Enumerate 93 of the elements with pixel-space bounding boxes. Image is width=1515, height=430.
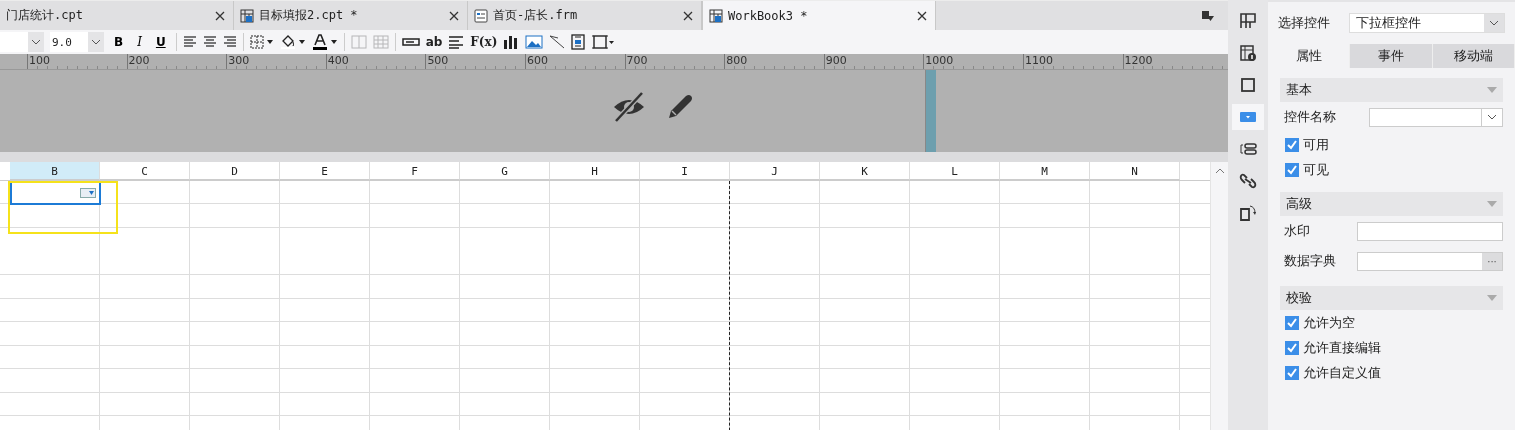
checkbox[interactable]	[1285, 340, 1299, 355]
close-icon[interactable]	[449, 10, 459, 21]
ruler-label: 700	[624, 54, 725, 69]
ruler-label: 800	[724, 54, 824, 69]
border-icon[interactable]	[249, 35, 274, 49]
data-dictionary-field[interactable]: ···	[1357, 251, 1503, 271]
align-icon[interactable]	[222, 36, 237, 48]
ruler-label: 1200	[1122, 54, 1223, 69]
checkbox-label: 可见	[1303, 160, 1329, 179]
watermark-field[interactable]	[1357, 221, 1503, 241]
text-tool-label[interactable]: ab	[425, 35, 443, 49]
text-field-icon[interactable]	[401, 37, 420, 47]
column-header[interactable]: M	[1000, 162, 1090, 180]
report-file-icon	[240, 8, 254, 23]
checkbox[interactable]	[1285, 137, 1299, 152]
section-title: 基本	[1286, 81, 1312, 99]
collapse-arrow-icon	[1487, 201, 1497, 207]
document-icon[interactable]	[571, 34, 586, 50]
checkbox[interactable]	[1285, 162, 1299, 177]
close-icon[interactable]	[917, 10, 927, 21]
text-style-button[interactable]: B	[110, 35, 128, 49]
dropdown-marker-icon	[80, 188, 96, 198]
column-header[interactable]: C	[100, 162, 190, 180]
column-header[interactable]: E	[280, 162, 370, 180]
ruler-label: 100	[27, 54, 127, 69]
ruler-label: 500	[425, 54, 525, 69]
close-icon[interactable]	[683, 10, 693, 21]
tab-label: 首页-店长.frm	[493, 7, 579, 24]
column-header[interactable]: G	[460, 162, 550, 180]
ruler-label: 1100	[1022, 54, 1123, 69]
panel-tab[interactable]: 事件	[1350, 44, 1433, 68]
collapse-arrow-icon	[1487, 87, 1497, 93]
checkbox-label: 可用	[1303, 135, 1329, 154]
ruler-label: 600	[524, 54, 625, 69]
checkbox[interactable]	[1285, 365, 1299, 380]
widget-icon[interactable]	[1232, 104, 1264, 130]
ruler-label: 1000	[923, 54, 1023, 69]
frame-icon[interactable]	[591, 34, 616, 50]
checkbox[interactable]	[1285, 315, 1299, 330]
scroll-up-icon[interactable]	[1214, 168, 1225, 174]
font-color-icon[interactable]	[311, 34, 338, 50]
checkbox-label: 允许为空	[1303, 313, 1355, 332]
font-name-field[interactable]	[0, 32, 44, 52]
bar-chart-icon[interactable]	[503, 35, 520, 49]
column-header[interactable]: I	[640, 162, 730, 180]
checkbox-label: 允许自定义值	[1303, 363, 1381, 382]
column-header[interactable]: L	[910, 162, 1000, 180]
field-label: 数据字典	[1284, 252, 1336, 270]
column-header[interactable]: H	[550, 162, 640, 180]
column-header[interactable]: K	[820, 162, 910, 180]
selected-cell[interactable]	[10, 181, 101, 205]
close-icon[interactable]	[215, 10, 225, 21]
column-header[interactable]: N	[1090, 162, 1180, 180]
align-icon[interactable]	[202, 36, 217, 48]
align-icon[interactable]	[182, 36, 197, 48]
field-label: 水印	[1284, 222, 1310, 240]
tab-label: 门店统计.cpt	[6, 7, 84, 24]
text-style-button[interactable]: I	[133, 35, 146, 49]
section-header[interactable]: 校验	[1280, 286, 1503, 310]
form-file-icon	[474, 8, 488, 23]
hidden-icon[interactable]	[612, 91, 646, 123]
column-header[interactable]: D	[190, 162, 280, 180]
ruler-label: 400	[325, 54, 426, 69]
collapse-arrow-icon	[1487, 295, 1497, 301]
section-title: 高级	[1286, 195, 1312, 213]
widget-name-field[interactable]	[1369, 107, 1503, 127]
checkbox-label: 允许直接编辑	[1303, 338, 1381, 357]
tab-label: 目标填报2.cpt *	[259, 7, 359, 24]
ruler-label: 300	[226, 54, 326, 69]
image-icon[interactable]	[525, 35, 544, 49]
vertical-scrollbar[interactable]	[1210, 162, 1228, 430]
column-header[interactable]: F	[370, 162, 460, 180]
report-file-icon	[709, 8, 723, 23]
fill-color-icon[interactable]	[279, 34, 306, 50]
widget-type-dropdown[interactable]: 下拉框控件	[1349, 13, 1505, 33]
select-widget-label: 选择控件	[1278, 14, 1330, 32]
tab-label: WorkBook3 *	[728, 8, 809, 23]
column-header[interactable]: B	[10, 162, 100, 180]
panel-tab[interactable]: 移动端	[1432, 44, 1515, 68]
column-header[interactable]: J	[730, 162, 820, 180]
file-tab[interactable]: WorkBook3 *	[702, 1, 936, 30]
section-title: 校验	[1286, 289, 1312, 307]
formula-label[interactable]: F(x)	[470, 35, 498, 49]
font-size-field[interactable]: 9.0	[50, 32, 104, 52]
ruler-label: 900	[823, 54, 924, 69]
paragraph-icon[interactable]	[448, 35, 465, 49]
tab-list-icon[interactable]	[1202, 9, 1214, 22]
section-header[interactable]: 高级	[1280, 192, 1503, 216]
slash-icon[interactable]	[549, 35, 566, 49]
text-style-button[interactable]: U	[151, 35, 170, 49]
section-header[interactable]: 基本	[1280, 78, 1503, 102]
ruler-label: 200	[126, 54, 227, 69]
field-label: 控件名称	[1284, 108, 1336, 126]
